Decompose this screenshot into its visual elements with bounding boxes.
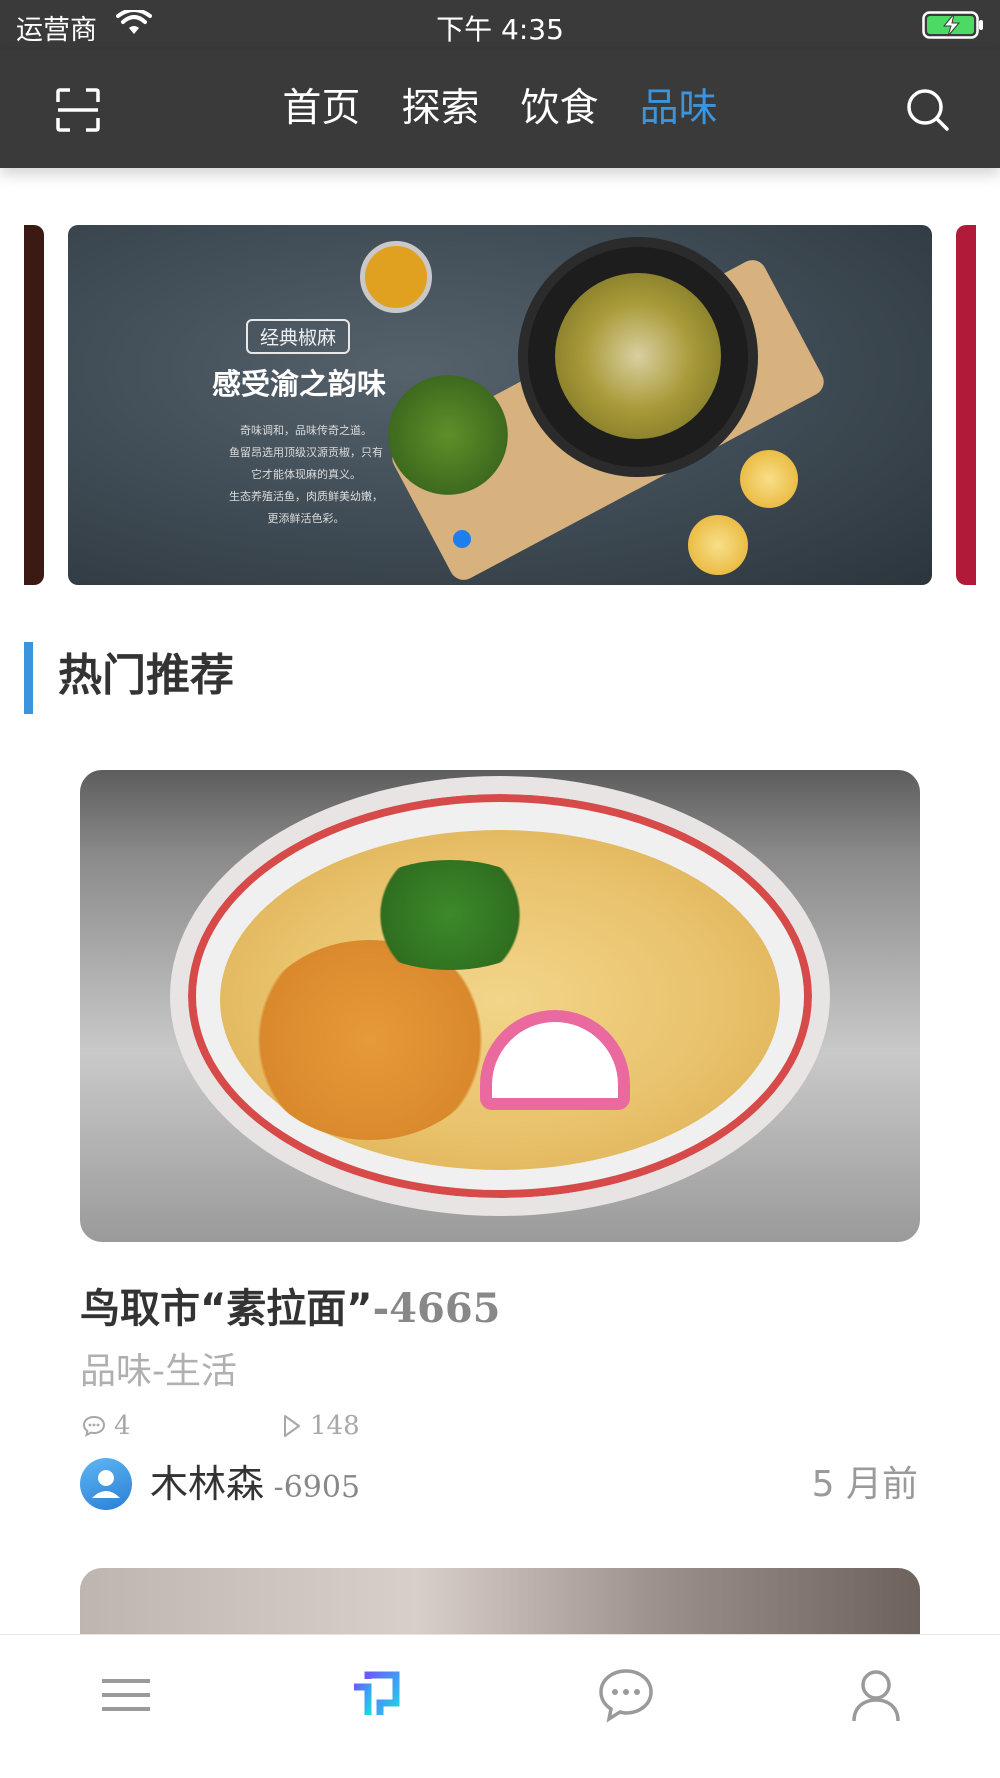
profile-icon[interactable]: [846, 1665, 906, 1725]
top-nav-bar: 首页 探索 饮食 品味: [0, 50, 1000, 168]
banner-oil-cup: [360, 241, 432, 313]
author-name-text: 木林森: [150, 1462, 265, 1506]
menu-icon[interactable]: [96, 1665, 156, 1725]
play-count-value: 148: [310, 1411, 360, 1441]
card-title[interactable]: 鸟取市“素拉面”-4665: [80, 1282, 501, 1336]
post-time: 5 月前: [811, 1464, 918, 1505]
previous-banner-peek[interactable]: [24, 225, 44, 585]
chat-icon[interactable]: [596, 1665, 656, 1725]
banner-description: 奇味调和，品味传奇之道。 鱼留昂选用顶级汉源贡椒，只有 它才能体现麻的真义。 生…: [206, 420, 406, 530]
comment-icon: [82, 1415, 106, 1437]
card-title-suffix: -4665: [372, 1285, 501, 1332]
card-category: 品味-生活: [80, 1351, 237, 1392]
ramen-tempura-crumbs: [250, 940, 490, 1140]
section-accent-bar: [24, 642, 33, 714]
banner-carousel[interactable]: 经典椒麻 感受渝之韵味 奇味调和，品味传奇之道。 鱼留昂选用顶级汉源贡椒，只有 …: [0, 225, 1000, 585]
banner-slide[interactable]: 经典椒麻 感受渝之韵味 奇味调和，品味传奇之道。 鱼留昂选用顶级汉源贡椒，只有 …: [68, 225, 932, 585]
clock: 下午 4:35: [436, 13, 564, 46]
tab-taste[interactable]: 品味: [640, 82, 718, 136]
carousel-page-indicator[interactable]: [453, 530, 471, 548]
tab-diet[interactable]: 饮食: [521, 82, 599, 136]
card-thumbnail[interactable]: [80, 770, 920, 1242]
status-bar: 运营商 下午 4:35: [0, 0, 1000, 50]
tab-explore[interactable]: 探索: [401, 82, 479, 136]
bottom-tab-bar: [0, 1634, 1000, 1778]
play-icon: [284, 1415, 300, 1437]
ramen-green-onions: [350, 860, 550, 970]
user-avatar-icon: [92, 1470, 120, 1498]
banner-description-line: 鱼留昂选用顶级汉源贡椒，只有: [229, 446, 383, 459]
banner-tag: 经典椒麻: [246, 319, 351, 354]
play-count: 148: [282, 1408, 360, 1444]
nav-tabs: 首页 探索 饮食 品味: [0, 82, 1000, 136]
banner-cilantro: [388, 375, 508, 495]
comment-count: 4: [82, 1408, 131, 1444]
card-title-text: 鸟取市“素拉面”: [80, 1286, 373, 1332]
comment-count-value: 4: [114, 1411, 131, 1441]
author-avatar[interactable]: [80, 1458, 132, 1510]
banner-lemon: [740, 450, 798, 508]
section-title: 热门推荐: [58, 650, 234, 701]
banner-description-line: 生态养殖活鱼，肉质鲜美幼嫩，: [229, 490, 383, 503]
author-name[interactable]: 木林森 -6905: [150, 1458, 360, 1514]
tab-home[interactable]: 首页: [282, 82, 360, 136]
battery-charging-icon: [922, 11, 983, 39]
banner-fish-soup: [555, 273, 721, 439]
banner-description-line: 它才能体现麻的真义。: [251, 468, 361, 481]
author-id-suffix: -6905: [264, 1470, 361, 1505]
banner-lemon: [688, 515, 748, 575]
banner-title: 感受渝之韵味: [212, 367, 387, 401]
next-banner-peek[interactable]: [956, 225, 976, 585]
banner-description-line: 更添鲜活色彩。: [267, 512, 345, 525]
search-icon[interactable]: [906, 88, 950, 132]
discover-icon[interactable]: [346, 1665, 406, 1725]
banner-description-line: 奇味调和，品味传奇之道。: [240, 424, 372, 437]
